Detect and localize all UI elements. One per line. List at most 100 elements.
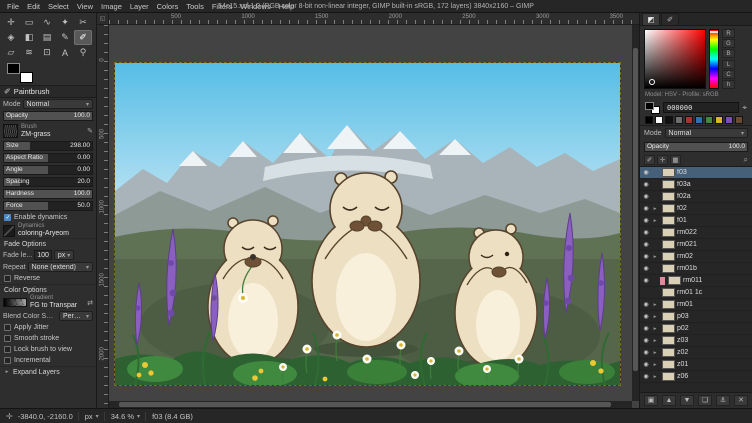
enable-dynamics-checkbox[interactable]: Enable dynamics xyxy=(0,212,96,223)
layer-row[interactable]: ◉ ▸ f02 xyxy=(640,203,752,215)
layer-thumbnail[interactable] xyxy=(668,276,681,285)
tool-button[interactable]: ▤ xyxy=(38,30,56,45)
fg-bg-colors[interactable] xyxy=(7,63,33,83)
menu-item[interactable]: Edit xyxy=(23,0,44,13)
channel-button[interactable]: C xyxy=(722,70,735,79)
horizontal-scrollbar[interactable] xyxy=(109,401,632,408)
hue-slider[interactable] xyxy=(709,29,719,89)
option-slider[interactable]: Size 298.00 xyxy=(3,141,93,151)
option-slider[interactable]: Spacing 20.0 xyxy=(3,177,93,187)
layer-row[interactable]: ◉ ▸ z03 xyxy=(640,335,752,347)
visibility-toggle[interactable]: ◉ xyxy=(642,313,650,320)
eyedropper-icon[interactable]: ⌖ xyxy=(742,103,747,113)
layers-action-button[interactable]: ⚓ xyxy=(716,395,730,406)
layer-thumbnail[interactable] xyxy=(662,360,675,369)
visibility-toggle[interactable]: ◉ xyxy=(642,361,650,368)
layers-action-button[interactable]: ❏ xyxy=(698,395,712,406)
layer-thumbnail[interactable] xyxy=(662,288,675,297)
menu-item[interactable]: Colors xyxy=(153,0,183,13)
layer-row[interactable]: ◉ ▸ f01 xyxy=(640,215,752,227)
ruler-corner[interactable]: ◱ xyxy=(97,13,109,25)
zoom-select[interactable]: 34.6 % ▾ xyxy=(104,412,140,421)
layer-row[interactable]: ◉ ▸ z01 xyxy=(640,359,752,371)
expander-icon[interactable]: ▸ xyxy=(652,254,658,260)
hex-input[interactable]: 000000 xyxy=(663,102,739,113)
color-marker[interactable] xyxy=(649,79,655,85)
saturation-value-square[interactable] xyxy=(644,29,706,89)
layer-row[interactable]: ◉ ▸ z02 xyxy=(640,347,752,359)
layers-action-button[interactable]: ✕ xyxy=(734,395,748,406)
color-swatch[interactable] xyxy=(685,116,693,124)
expander-icon[interactable]: ▸ xyxy=(652,206,658,212)
visibility-toggle[interactable]: ◉ xyxy=(642,181,650,188)
scrollbar-thumb[interactable] xyxy=(119,402,611,407)
tool-button[interactable]: ✐ xyxy=(74,30,92,45)
layer-thumbnail[interactable] xyxy=(662,264,675,273)
layer-row[interactable]: ◉ rm021 xyxy=(640,239,752,251)
lock-button[interactable]: ✛ xyxy=(657,155,668,165)
menu-item[interactable]: Image xyxy=(97,0,126,13)
layer-row[interactable]: ◉ ▸ z06 xyxy=(640,371,752,383)
menu-item[interactable]: File xyxy=(3,0,23,13)
layer-row[interactable]: ◉ ▸ rm02 xyxy=(640,251,752,263)
fade-length-input[interactable]: 100 xyxy=(34,250,52,260)
scrollbar-thumb[interactable] xyxy=(633,48,638,371)
canvas-image[interactable] xyxy=(115,63,620,385)
layer-row[interactable]: ◉ rm022 xyxy=(640,227,752,239)
layers-action-button[interactable]: ▲ xyxy=(662,395,676,406)
channel-button[interactable]: h xyxy=(722,80,735,89)
channel-button[interactable]: R xyxy=(722,29,735,38)
mode-select[interactable]: Normal ▾ xyxy=(23,99,93,109)
option-slider[interactable]: Angle 0.00 xyxy=(3,165,93,175)
layer-row[interactable]: ◉ f03 xyxy=(640,167,752,179)
reverse-checkbox[interactable]: Reverse xyxy=(0,273,96,284)
menu-item[interactable]: View xyxy=(73,0,97,13)
option-checkbox[interactable]: Incremental xyxy=(0,355,96,366)
layer-thumbnail[interactable] xyxy=(662,324,675,333)
layer-thumbnail[interactable] xyxy=(662,180,675,189)
expander-icon[interactable]: ▸ xyxy=(652,218,658,224)
layer-row[interactable]: ◉ rm01b xyxy=(640,263,752,275)
option-checkbox[interactable]: Lock brush to view xyxy=(0,344,96,355)
layers-action-button[interactable]: ▼ xyxy=(680,395,694,406)
color-swatch[interactable] xyxy=(705,116,713,124)
expand-layers-section[interactable]: ▸ Expand Layers xyxy=(0,366,96,377)
layer-thumbnail[interactable] xyxy=(662,372,675,381)
expander-icon[interactable]: ▸ xyxy=(652,326,658,332)
option-checkbox[interactable]: Apply Jitter xyxy=(0,322,96,333)
edit-brush-icon[interactable]: ✎ xyxy=(87,127,93,135)
layer-thumbnail[interactable] xyxy=(662,216,675,225)
layer-thumbnail[interactable] xyxy=(662,168,675,177)
menu-item[interactable]: Layer xyxy=(126,0,153,13)
expander-icon[interactable]: ▸ xyxy=(652,338,658,344)
layer-row[interactable]: ◉ rm011 xyxy=(640,275,752,287)
visibility-toggle[interactable]: ◉ xyxy=(642,205,650,212)
color-swatch[interactable] xyxy=(725,116,733,124)
layer-opacity-slider[interactable]: Opacity 100.0 xyxy=(644,142,748,152)
tool-button[interactable]: ∿ xyxy=(38,15,56,30)
blend-space-select[interactable]: Perce... ▾ xyxy=(59,311,93,321)
layer-thumbnail[interactable] xyxy=(662,348,675,357)
color-swatch[interactable] xyxy=(735,116,743,124)
lock-button[interactable]: ✐ xyxy=(644,155,655,165)
expander-icon[interactable]: ▸ xyxy=(652,362,658,368)
option-slider[interactable]: Aspect Ratio 0.00 xyxy=(3,153,93,163)
gradient-row[interactable]: Gradient FG to Transpar ⇄ xyxy=(0,295,96,310)
tool-button[interactable]: ▱ xyxy=(2,45,20,60)
dock-tab[interactable]: ◩ xyxy=(642,13,660,25)
visibility-toggle[interactable]: ◉ xyxy=(642,349,650,356)
layer-row[interactable]: rm01 1c xyxy=(640,287,752,299)
dynamics-row[interactable]: Dynamics coloring-Aryeom xyxy=(0,223,96,238)
visibility-toggle[interactable]: ◉ xyxy=(642,301,650,308)
layer-thumbnail[interactable] xyxy=(662,228,675,237)
layer-row[interactable]: ◉ ▸ rm01 xyxy=(640,299,752,311)
expander-icon[interactable]: ▸ xyxy=(652,302,658,308)
layer-mode-select[interactable]: Normal ▾ xyxy=(665,128,748,138)
expander-icon[interactable]: ▸ xyxy=(652,314,658,320)
unit-select[interactable]: px ▾ xyxy=(78,412,99,421)
layer-row[interactable]: ◉ f02a xyxy=(640,191,752,203)
background-color-swatch[interactable] xyxy=(20,72,33,83)
color-swatch[interactable] xyxy=(715,116,723,124)
layer-thumbnail[interactable] xyxy=(662,312,675,321)
tool-button[interactable]: ✦ xyxy=(56,15,74,30)
